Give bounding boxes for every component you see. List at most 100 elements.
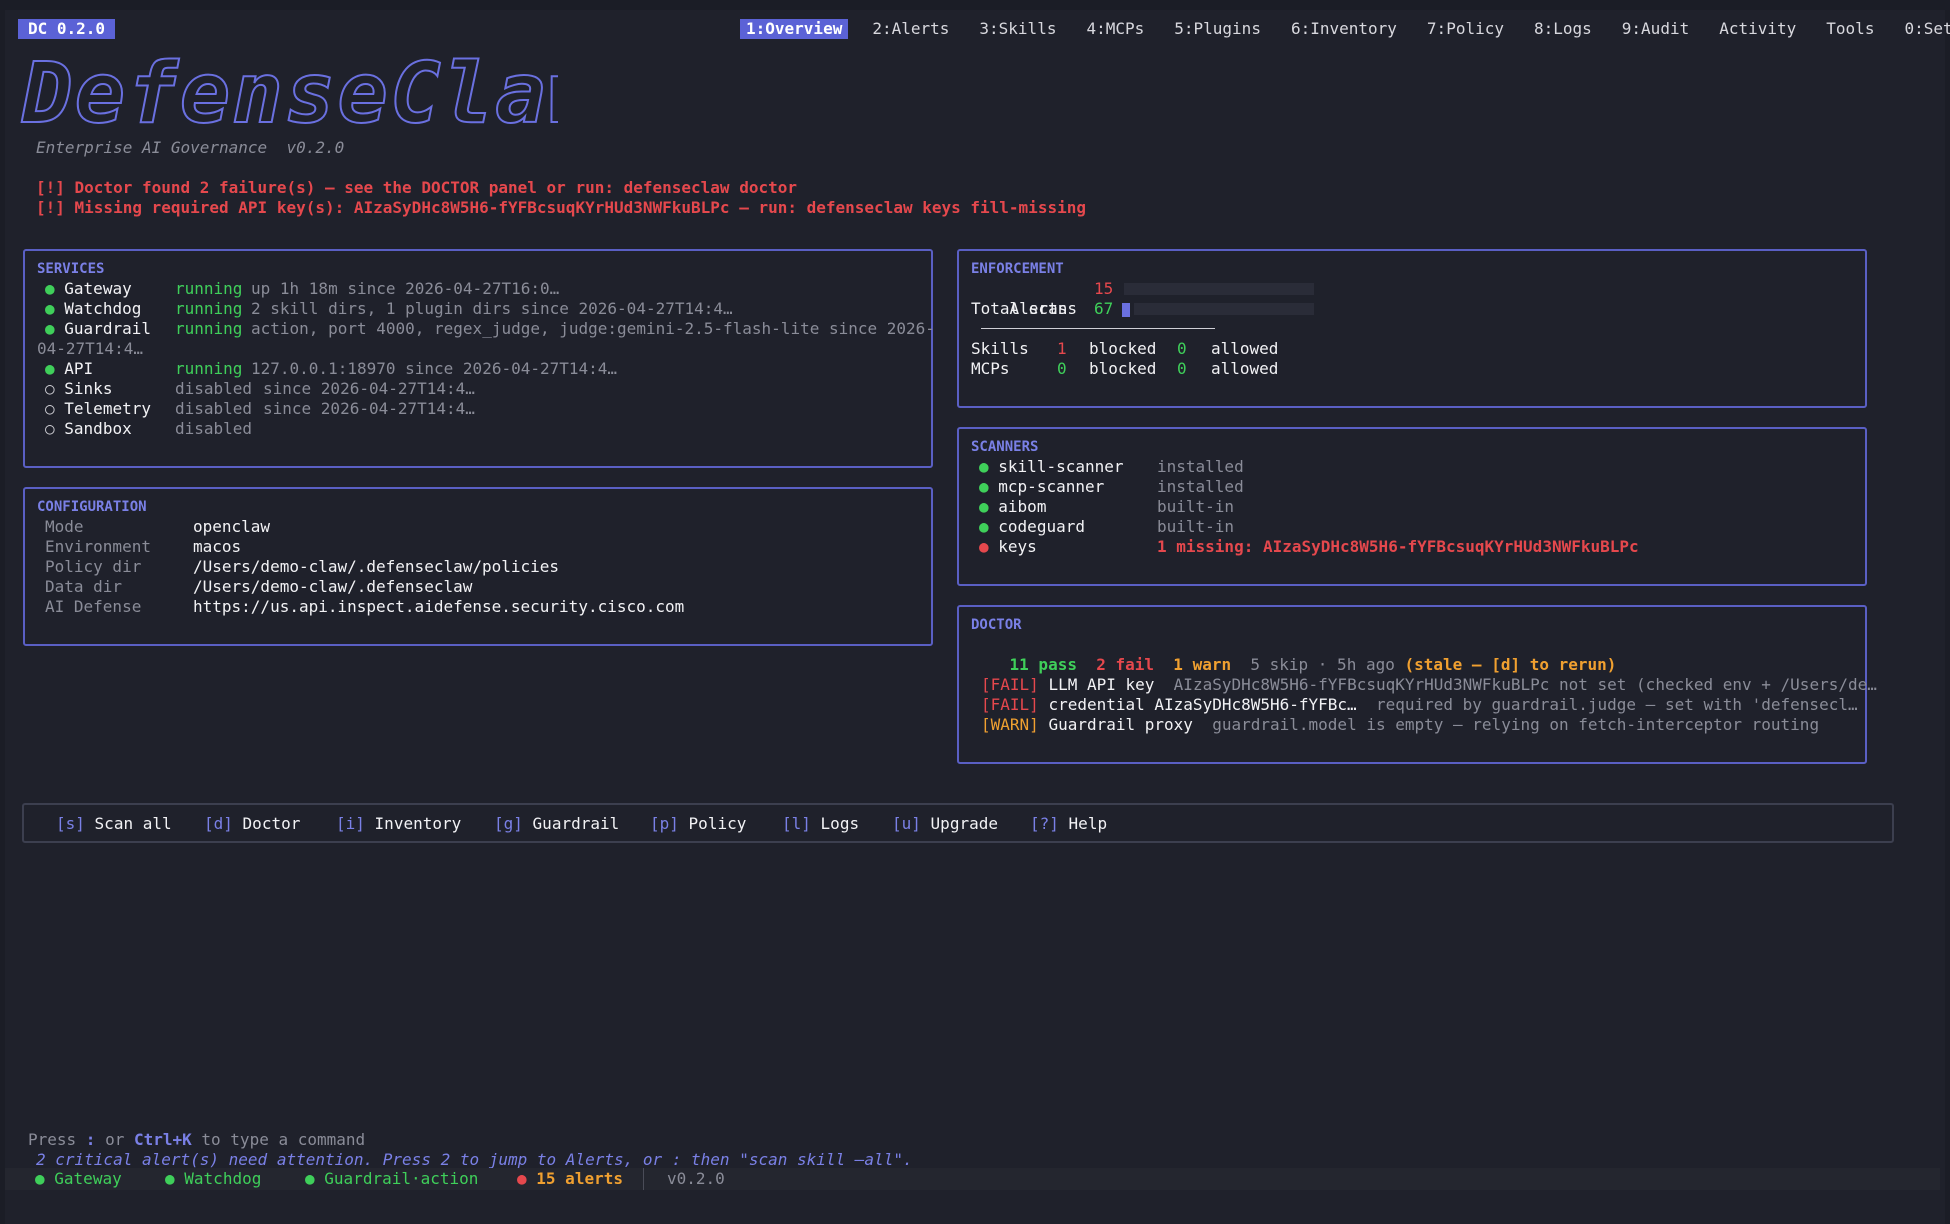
configuration-title: CONFIGURATION — [37, 499, 147, 515]
scanner-status: installed — [1157, 477, 1244, 496]
doctor-warning: [!] Doctor found 2 failure(s) — see the … — [36, 178, 797, 197]
service-status-dot: ● — [45, 359, 55, 378]
status-version: v0.2.0 — [667, 1169, 725, 1188]
service-detail: since 2026-04-27T14:4… — [263, 399, 475, 418]
skills-allowed-count: 0 — [1177, 339, 1187, 358]
doctor-check-row: [WARN] Guardrail proxy guardrail.model i… — [981, 715, 1819, 735]
action-doctor[interactable]: [d] Doctor — [204, 814, 300, 834]
service-state: disabled — [175, 399, 253, 418]
skills-label: Skills — [971, 339, 1029, 358]
service-state: running — [175, 279, 243, 298]
tab-setup[interactable]: 0:Setup — [1898, 19, 1950, 39]
action-label: Help — [1068, 814, 1108, 833]
service-status-dot: ● — [45, 279, 55, 298]
doctor-panel: DOCTOR 11 pass 2 fail 1 warn 5 skip · 5h… — [957, 605, 1877, 764]
tab-tools[interactable]: Tools — [1820, 19, 1880, 39]
action-label: Guardrail — [532, 814, 620, 833]
doctor-fail-count: 2 fail — [1096, 655, 1155, 674]
service-name: Watchdog — [64, 299, 142, 318]
service-row-gateway: ● Gateway — [45, 279, 132, 299]
tab-inventory[interactable]: 6:Inventory — [1285, 19, 1403, 39]
tab-bar: 1:Overview 2:Alerts 3:Skills 4:MCPs 5:Plugin… — [740, 19, 1950, 39]
configuration-panel: CONFIGURATION Mode openclaw Environment mac… — [23, 487, 933, 646]
action-key: [i] — [336, 814, 365, 833]
service-name: API — [64, 359, 94, 378]
guardrail-status-dot: ● — [305, 1169, 315, 1188]
action-label: Upgrade — [930, 814, 998, 833]
action-policy[interactable]: [p] Policy — [650, 814, 746, 834]
enforcement-panel: ENFORCEMENT Alerts 15 Total scans 67 Ski… — [957, 249, 1867, 408]
action-help[interactable]: [?] Help — [1030, 814, 1107, 834]
scanners-title: SCANNERS — [971, 439, 1039, 455]
scanner-status: built-in — [1157, 517, 1235, 536]
enforcement-title: ENFORCEMENT — [971, 261, 1064, 277]
doctor-check-name: LLM API key — [1048, 675, 1155, 694]
config-key: Environment — [45, 537, 151, 556]
tab-overview[interactable]: 1:Overview — [740, 19, 849, 39]
tab-activity[interactable]: Activity — [1713, 19, 1802, 39]
service-state: disabled — [175, 379, 253, 398]
config-value: openclaw — [193, 517, 271, 536]
scanner-row-skill-scanner: ● skill-scanner — [979, 457, 1124, 477]
tab-mcps[interactable]: 4:MCPs — [1080, 19, 1150, 39]
service-status-dot: ● — [45, 319, 55, 338]
service-row-watchdog: ● Watchdog — [45, 299, 141, 319]
alerts-status-dot: ● — [517, 1169, 527, 1188]
scanner-row-codeguard: ● codeguard — [979, 517, 1085, 537]
status-bar: ● Gateway ● Watchdog ● Guardrail·action … — [5, 1168, 1940, 1190]
service-state: running — [175, 319, 243, 338]
watchdog-status: Watchdog — [184, 1169, 262, 1188]
scanners-panel: SCANNERS ● skill-scanner installed ● mcp-s… — [957, 427, 1867, 586]
status-separator — [643, 1168, 644, 1190]
action-label: Logs — [820, 814, 860, 833]
tab-policy[interactable]: 7:Policy — [1421, 19, 1510, 39]
scanner-name: aibom — [998, 497, 1047, 516]
action-scan-all[interactable]: [s] Scan all — [56, 814, 172, 834]
services-title: SERVICES — [37, 261, 105, 277]
scanner-row-mcp-scanner: ● mcp-scanner — [979, 477, 1104, 497]
doctor-check-tag: [FAIL] — [981, 695, 1039, 714]
tab-audit[interactable]: 9:Audit — [1616, 19, 1695, 39]
action-logs[interactable]: [l] Logs — [782, 814, 859, 834]
action-label: Scan all — [94, 814, 172, 833]
enforcement-divider — [981, 328, 1215, 329]
action-key: [g] — [494, 814, 523, 833]
mcps-label: MCPs — [971, 359, 1010, 378]
scanner-name: codeguard — [998, 517, 1085, 536]
scanner-status-dot: ● — [979, 517, 989, 536]
mcps-blocked-label: blocked — [1089, 359, 1157, 378]
app-tagline: Enterprise AI Governance v0.2.0 — [36, 138, 345, 157]
skills-allowed-label: allowed — [1211, 339, 1279, 358]
action-bar: [s] Scan all [d] Doctor [i] Inventory [g] G… — [22, 803, 1894, 843]
service-state: running — [175, 299, 243, 318]
scans-bar-fill — [1122, 303, 1130, 317]
tab-alerts[interactable]: 2:Alerts — [866, 19, 955, 39]
tab-logs[interactable]: 8:Logs — [1528, 19, 1598, 39]
action-key: [d] — [204, 814, 233, 833]
action-inventory[interactable]: [i] Inventory — [336, 814, 461, 834]
gateway-status: Gateway — [54, 1169, 122, 1188]
doctor-warn-count: 1 warn — [1173, 655, 1232, 674]
scanner-name: keys — [998, 537, 1037, 556]
action-guardrail[interactable]: [g] Guardrail — [494, 814, 619, 834]
service-row-guardrail: ● Guardrail — [45, 319, 151, 339]
tab-skills[interactable]: 3:Skills — [973, 19, 1062, 39]
guardrail-status: Guardrail·action — [324, 1169, 479, 1188]
doctor-check-row: [FAIL] credential AIzaSyDHc8W5H6-fYFBc… … — [981, 695, 1858, 715]
doctor-check-detail: guardrail.model is empty — relying on fe… — [1212, 715, 1820, 734]
skills-blocked-count: 1 — [1057, 339, 1067, 358]
tab-plugins[interactable]: 5:Plugins — [1168, 19, 1267, 39]
action-upgrade[interactable]: [u] Upgrade — [892, 814, 998, 834]
scanner-status-dot: ● — [979, 497, 989, 516]
action-key: [?] — [1030, 814, 1059, 833]
mcps-allowed-label: allowed — [1211, 359, 1279, 378]
alerts-count: 15 — [1094, 279, 1114, 298]
action-label: Policy — [688, 814, 747, 833]
watchdog-status-dot: ● — [165, 1169, 175, 1188]
doctor-title: DOCTOR — [971, 617, 1022, 633]
skills-blocked-label: blocked — [1089, 339, 1157, 358]
scans-count: 67 — [1094, 299, 1114, 318]
scanner-status: built-in — [1157, 497, 1235, 516]
scans-bar-track — [1134, 303, 1314, 315]
scanner-row-aibom: ● aibom — [979, 497, 1046, 517]
